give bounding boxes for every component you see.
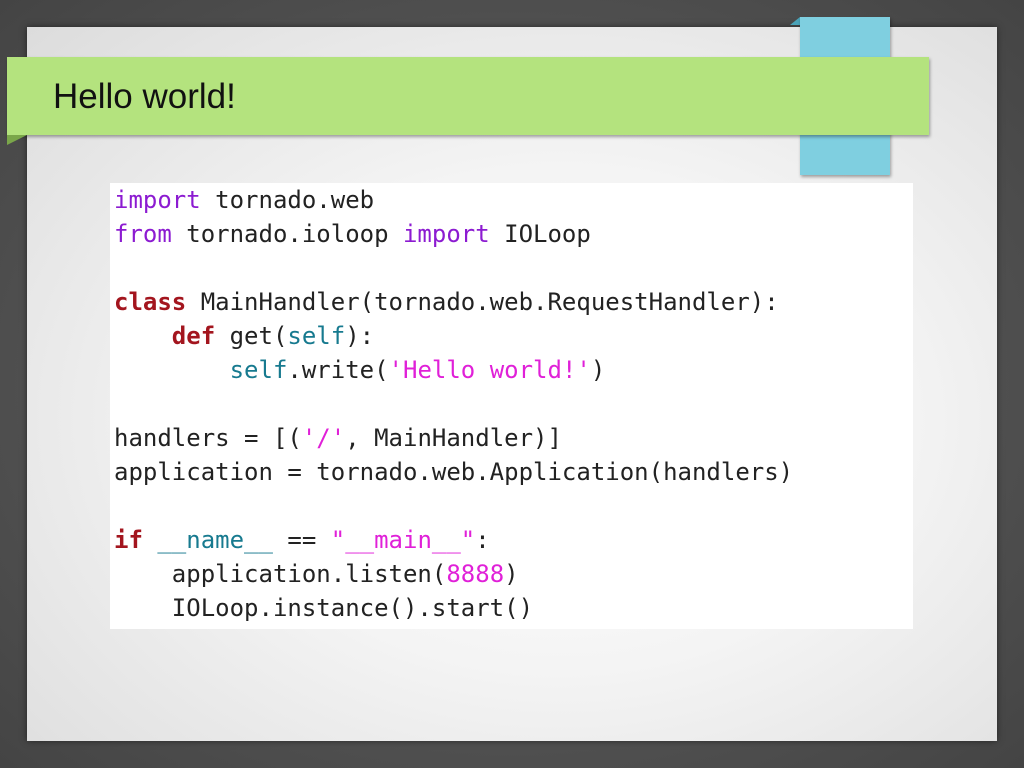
code-token: tornado.ioloop xyxy=(171,220,403,248)
code-token: if xyxy=(114,526,143,554)
code-token: __name__ xyxy=(157,526,273,554)
code-token: .write( xyxy=(287,356,389,384)
code-token: ) xyxy=(504,560,519,588)
code-line: class MainHandler(tornado.web.RequestHan… xyxy=(114,285,793,319)
code-token: class xyxy=(114,288,187,316)
code-token: ) xyxy=(590,356,606,384)
code-token: , MainHandler)] xyxy=(345,424,562,452)
code-token: self xyxy=(287,322,346,350)
code-token: import xyxy=(114,186,201,214)
code-token: handlers = [( xyxy=(114,424,302,452)
code-line: def get(self): xyxy=(114,319,793,353)
code-token: get( xyxy=(215,322,288,350)
code-line: import tornado.web xyxy=(114,183,793,217)
code-line: IOLoop.instance().start() xyxy=(114,591,793,625)
title-bar-fold xyxy=(7,135,27,145)
code-line: application = tornado.web.Application(ha… xyxy=(114,455,793,489)
code-token: MainHandler(tornado.web.RequestHandler): xyxy=(186,288,779,316)
code-token: application.listen( xyxy=(114,560,447,588)
code-line: self.write('Hello world!') xyxy=(114,353,793,387)
accent-tab-fold xyxy=(790,17,800,25)
code-token: 'Hello world!' xyxy=(388,356,591,384)
code-token: 8888 xyxy=(446,560,505,588)
code-token: "__main__" xyxy=(330,526,476,554)
code-listing: import tornado.web from tornado.ioloop im… xyxy=(114,183,793,625)
code-token: import xyxy=(402,220,490,248)
code-token: : xyxy=(475,526,490,554)
code-token: ): xyxy=(345,322,375,350)
code-token: IOLoop xyxy=(489,220,591,248)
code-token: def xyxy=(171,322,216,350)
code-line: from tornado.ioloop import IOLoop xyxy=(114,217,793,251)
code-line: if __name__ == "__main__": xyxy=(114,523,793,557)
code-token: == xyxy=(272,526,331,554)
code-token: IOLoop.instance().start() xyxy=(114,594,534,622)
code-token: from xyxy=(114,220,172,248)
slide-title: Hello world! xyxy=(53,77,236,116)
code-token: self xyxy=(229,356,288,384)
code-token: tornado.web xyxy=(200,186,375,214)
code-token: '/' xyxy=(301,424,346,452)
title-bar: Hello world! xyxy=(7,57,929,135)
code-block: import tornado.web from tornado.ioloop im… xyxy=(110,183,913,629)
code-line: handlers = [('/', MainHandler)] xyxy=(114,421,793,455)
code-token: application = tornado.web.Application(ha… xyxy=(114,458,794,486)
code-line: application.listen(8888) xyxy=(114,557,793,591)
